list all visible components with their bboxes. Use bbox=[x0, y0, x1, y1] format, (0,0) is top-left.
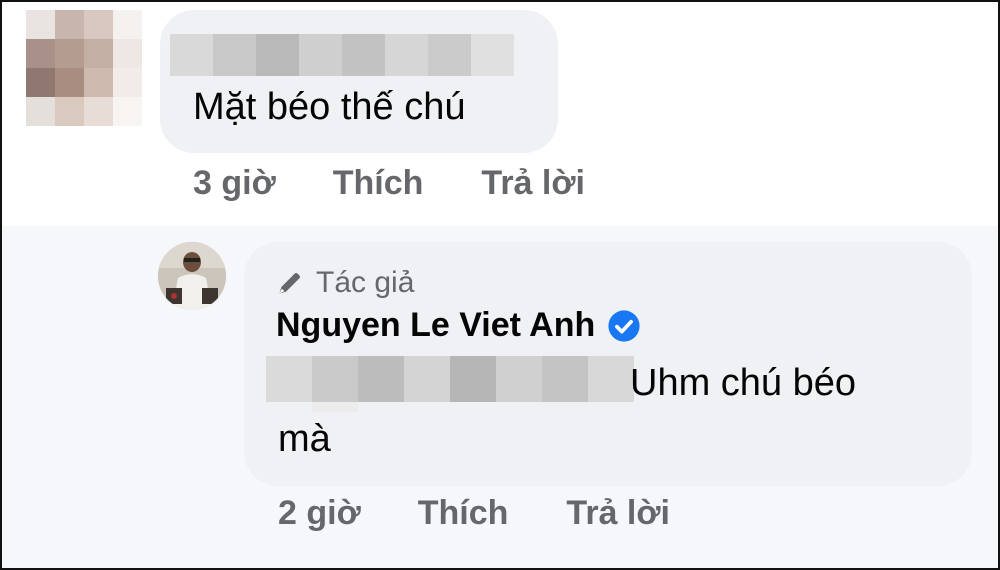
pen-icon bbox=[279, 272, 301, 294]
mention-redacted-tail bbox=[312, 402, 358, 412]
author-badge-label: Tác giả bbox=[316, 266, 415, 299]
reply-timestamp[interactable]: 2 giờ bbox=[278, 494, 361, 533]
author-badge: Tác giả bbox=[276, 266, 414, 300]
reply-button[interactable]: Trả lời bbox=[566, 494, 670, 533]
comment-text: Mặt béo thế chú bbox=[193, 86, 466, 128]
reply-actions: 2 giờ Thích Trả lời bbox=[278, 494, 670, 533]
avatar[interactable] bbox=[26, 10, 142, 126]
author-photo bbox=[158, 242, 226, 310]
verified-check-icon bbox=[608, 309, 640, 342]
reply-text-line1: Uhm chú béo bbox=[630, 362, 857, 404]
commenter-name-redacted[interactable] bbox=[170, 34, 514, 76]
comment-actions: 3 giờ Thích Trả lời bbox=[193, 164, 585, 203]
like-button[interactable]: Thích bbox=[418, 494, 509, 533]
reply-button[interactable]: Trả lời bbox=[481, 164, 585, 203]
reply-text-line2: mà bbox=[278, 418, 331, 460]
like-button[interactable]: Thích bbox=[333, 164, 424, 203]
author-avatar[interactable] bbox=[158, 242, 226, 310]
author-name-row: Nguyen Le Viet Anh bbox=[276, 306, 641, 345]
author-name[interactable]: Nguyen Le Viet Anh bbox=[276, 306, 595, 345]
comment-bubble bbox=[160, 10, 558, 153]
comment-timestamp[interactable]: 3 giờ bbox=[193, 164, 276, 203]
mention-redacted[interactable] bbox=[266, 356, 634, 402]
